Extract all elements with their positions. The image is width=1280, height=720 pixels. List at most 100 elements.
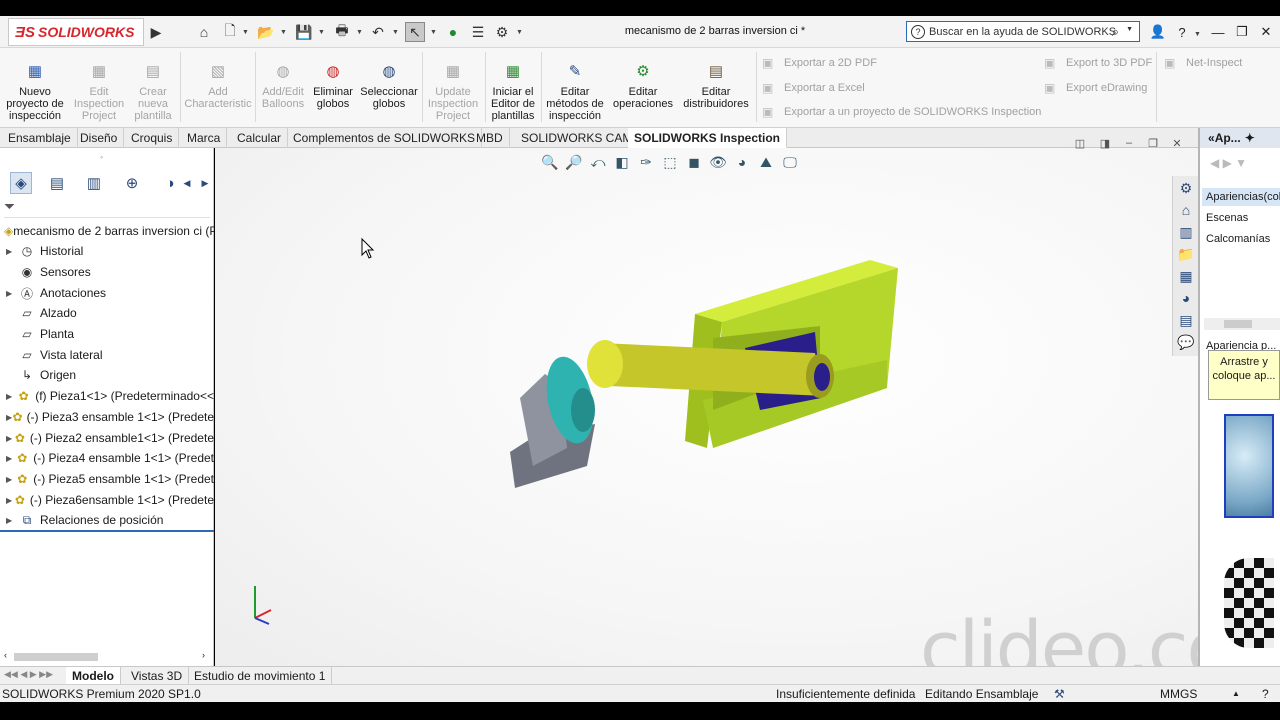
- tab-diseno[interactable]: Diseño: [74, 128, 125, 148]
- configuration-manager-tab-icon[interactable]: ▥: [83, 172, 105, 194]
- viewport-minimize-icon[interactable]: –: [1120, 134, 1138, 152]
- export-edrawing-button[interactable]: ▣ Export eDrawing: [1044, 81, 1147, 95]
- export-2d-pdf-button[interactable]: ▣ Exportar a 2D PDF: [762, 56, 877, 70]
- units-dropdown-icon[interactable]: ▲: [1232, 689, 1240, 698]
- task-pane-scrollbar[interactable]: [1204, 318, 1280, 330]
- rebuild-status-icon[interactable]: ⚒: [1054, 687, 1065, 701]
- appearance-swatch-blue[interactable]: [1224, 414, 1274, 518]
- expand-arrow-icon[interactable]: ▶: [6, 289, 18, 298]
- tree-item-alzado[interactable]: ▱ Alzado: [6, 304, 214, 322]
- tree-item-anotaciones[interactable]: ▶ Ⓐ Anotaciones: [6, 284, 214, 302]
- add-edit-balloons-button[interactable]: ◍ Add/Edit Balloons: [258, 52, 308, 110]
- new-inspection-project-button[interactable]: ▦ Nuevo proyecto de inspección: [4, 52, 66, 122]
- restore-icon[interactable]: ❐: [1232, 24, 1252, 40]
- solidworks-logo[interactable]: ƎS SOLIDWORKS: [8, 18, 144, 46]
- tab-scroll-right-icon[interactable]: ▶: [199, 172, 211, 194]
- property-manager-tab-icon[interactable]: ▤: [46, 172, 68, 194]
- add-characteristic-button[interactable]: ▧ Add Characteristic: [184, 52, 252, 110]
- forum-icon[interactable]: 💬: [1176, 332, 1196, 352]
- tree-horizontal-scrollbar[interactable]: ‹ ›: [4, 650, 210, 664]
- tab-nav-arrows-icon[interactable]: ◀◀ ◀ ▶ ▶▶: [4, 669, 53, 680]
- open-folder-icon[interactable]: 📂: [256, 22, 276, 42]
- tree-item-origen[interactable]: ↳ Origen: [6, 366, 214, 384]
- tab-croquis[interactable]: Croquis: [125, 128, 180, 148]
- graphics-viewport[interactable]: 🔍 🔎 ⤺ ◧ ✑ ⬚ ◼ 👁 ◕ ⛰ 🖵 clideo.c: [215, 148, 1198, 666]
- tree-item-pieza2[interactable]: ▶ ✿ (-) Pieza2 ensamble1<1> (Predete: [6, 429, 214, 447]
- tab-marca[interactable]: Marca: [181, 128, 228, 148]
- view-palette-icon[interactable]: ▦: [1176, 266, 1196, 286]
- scroll-right-icon[interactable]: ›: [202, 650, 205, 660]
- help-icon[interactable]: ?: [1172, 24, 1192, 40]
- tab-mbd[interactable]: MBD: [470, 128, 510, 148]
- select-cursor-icon[interactable]: ↖: [405, 22, 425, 42]
- search-dropdown-icon[interactable]: ▼: [1126, 26, 1133, 33]
- decals-folder[interactable]: Calcomanías: [1206, 233, 1270, 245]
- file-properties-icon[interactable]: ☰: [468, 22, 488, 42]
- appearances-folder[interactable]: Apariencias(col: [1202, 188, 1280, 206]
- export-3d-pdf-button[interactable]: ▣ Export to 3D PDF: [1044, 56, 1152, 70]
- tile-left-icon[interactable]: ◫: [1071, 134, 1089, 152]
- tab-modelo[interactable]: Modelo: [66, 667, 121, 685]
- tree-item-pieza5[interactable]: ▶ ✿ (-) Pieza5 ensamble 1<1> (Predet: [6, 470, 214, 488]
- custom-properties-icon[interactable]: ▤: [1176, 310, 1196, 330]
- undo-dropdown-icon[interactable]: ▼: [392, 22, 400, 42]
- edit-operations-button[interactable]: ⚙ Editar operaciones: [610, 52, 676, 110]
- viewport-restore-icon[interactable]: ❐: [1144, 134, 1162, 152]
- status-units[interactable]: MMGS: [1160, 687, 1197, 701]
- file-explorer-icon[interactable]: 📁: [1176, 244, 1196, 264]
- options-dropdown-icon[interactable]: ▼: [516, 22, 524, 42]
- display-manager-tab-icon[interactable]: ◑: [159, 172, 181, 194]
- tab-calcular[interactable]: Calcular: [231, 128, 289, 148]
- save-dropdown-icon[interactable]: ▼: [318, 22, 326, 42]
- scroll-thumb[interactable]: [14, 653, 98, 661]
- new-dropdown-icon[interactable]: ▼: [242, 22, 250, 42]
- delete-balloons-button[interactable]: ◍ Eliminar globos: [310, 52, 356, 110]
- tree-item-vista-lateral[interactable]: ▱ Vista lateral: [6, 346, 214, 364]
- tree-item-pieza1[interactable]: ▶ ✿ (f) Pieza1<1> (Predeterminado<<: [6, 387, 214, 405]
- close-icon[interactable]: ✕: [1256, 24, 1276, 40]
- tab-complementos[interactable]: Complementos de SOLIDWORKS: [287, 128, 483, 148]
- user-icon[interactable]: 👤: [1148, 24, 1168, 40]
- expand-arrow-icon[interactable]: ▶: [6, 454, 15, 463]
- tree-item-planta[interactable]: ▱ Planta: [6, 325, 214, 343]
- expand-arrow-icon[interactable]: ▶: [6, 496, 14, 505]
- scenes-folder[interactable]: Escenas: [1206, 212, 1248, 224]
- net-inspect-button[interactable]: ▣ Net-Inspect: [1164, 56, 1242, 70]
- flyout-arrow-icon[interactable]: ▶: [146, 22, 166, 42]
- tab-solidworks-inspection[interactable]: SOLIDWORKS Inspection: [628, 128, 788, 148]
- tab-ensamblaje[interactable]: Ensamblaje: [2, 128, 78, 148]
- print-dropdown-icon[interactable]: ▼: [356, 22, 364, 42]
- rebuild-traffic-light-icon[interactable]: ●: [443, 22, 463, 42]
- solidworks-resources-icon[interactable]: ⚙: [1176, 178, 1196, 198]
- minimize-icon[interactable]: —: [1208, 24, 1228, 40]
- help-search-input[interactable]: ? Buscar en la ayuda de SOLIDWORKS ⌕ ▼: [906, 21, 1140, 42]
- open-dropdown-icon[interactable]: ▼: [280, 22, 288, 42]
- tree-filter[interactable]: ⏷: [4, 198, 210, 218]
- scroll-left-icon[interactable]: ‹: [4, 650, 7, 660]
- design-library-icon[interactable]: ▥: [1176, 222, 1196, 242]
- expand-arrow-icon[interactable]: ▶: [6, 392, 16, 401]
- save-icon[interactable]: 💾: [294, 22, 314, 42]
- new-document-icon[interactable]: 🗋: [220, 22, 240, 42]
- tree-item-sensores[interactable]: ◉ Sensores: [6, 263, 214, 281]
- pin-icon[interactable]: ✦: [1245, 131, 1255, 145]
- back-icon[interactable]: ◀ ▶ ▼: [1210, 156, 1247, 170]
- tab-estudio-movimiento[interactable]: Estudio de movimiento 1: [188, 667, 333, 685]
- edit-distributors-button[interactable]: ▤ Editar distribuidores: [680, 52, 752, 110]
- tree-root-assembly[interactable]: ◈ mecanismo de 2 barras inversion ci (P: [4, 222, 214, 240]
- collapse-icon[interactable]: «: [1208, 131, 1215, 145]
- help-dropdown-icon[interactable]: ▼: [1194, 24, 1202, 44]
- select-balloons-button[interactable]: ◍ Seleccionar globos: [358, 52, 420, 110]
- tile-right-icon[interactable]: ◨: [1096, 134, 1114, 152]
- feature-manager-tab-icon[interactable]: ◈: [10, 172, 32, 194]
- panel-grip-icon[interactable]: ◦: [100, 152, 103, 162]
- create-template-button[interactable]: ▤ Crear nueva plantilla: [130, 52, 176, 122]
- status-help-icon[interactable]: ?: [1262, 687, 1269, 701]
- home-resources-icon[interactable]: ⌂: [1176, 200, 1196, 220]
- tree-item-pieza3[interactable]: ▶ ✿ (-) Pieza3 ensamble 1<1> (Predete: [6, 408, 214, 426]
- edit-inspection-methods-button[interactable]: ✎ Editar métodos de inspección: [544, 52, 606, 122]
- export-excel-button[interactable]: ▣ Exportar a Excel: [762, 81, 865, 95]
- task-pane-scroll-thumb[interactable]: [1224, 320, 1252, 328]
- start-template-editor-button[interactable]: ▦ Iniciar el Editor de plantillas: [488, 52, 538, 122]
- viewport-close-icon[interactable]: ✕: [1168, 134, 1186, 152]
